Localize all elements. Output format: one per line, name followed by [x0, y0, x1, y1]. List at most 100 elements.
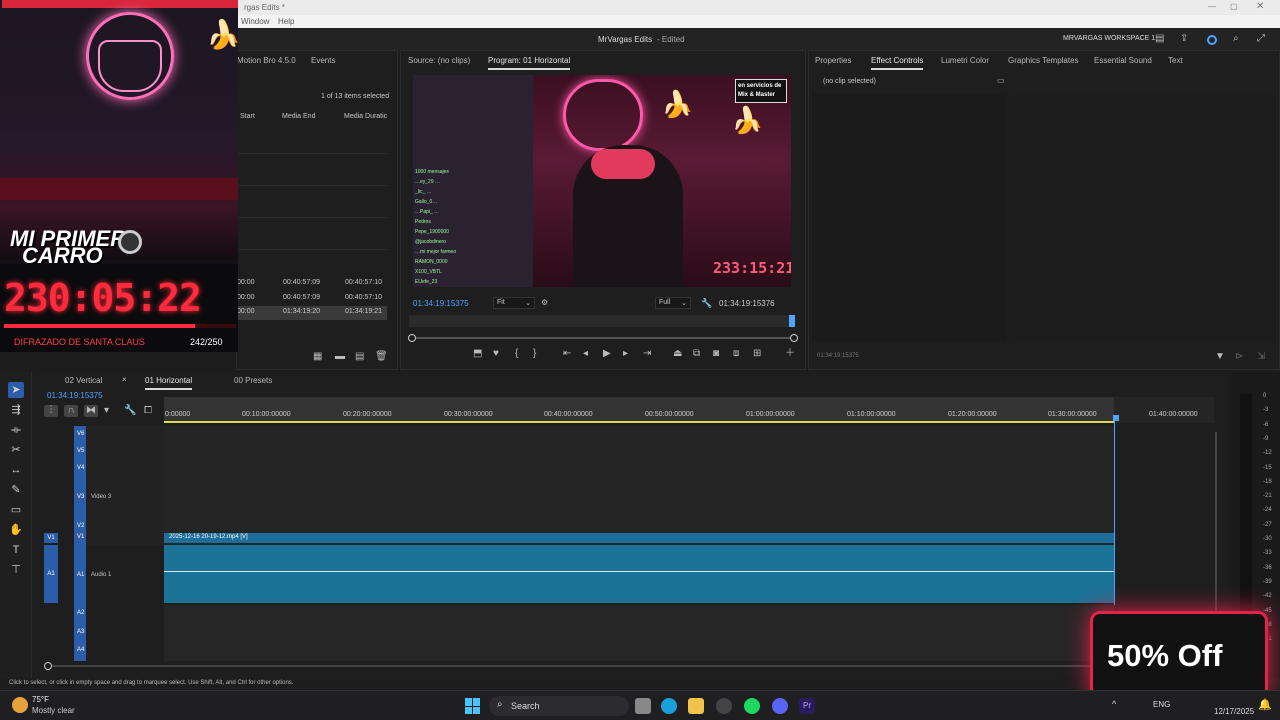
new-bin-icon[interactable]: ▬ [335, 351, 345, 363]
mark-in-icon[interactable]: { [515, 348, 518, 360]
tab-program[interactable]: Program: 01 Horizontal [488, 56, 571, 70]
spotify-icon[interactable] [744, 698, 760, 714]
table-row[interactable]: 00:00 00:40:57:09 00:40:57:10 [237, 277, 387, 291]
audio-clip[interactable] [164, 545, 1114, 603]
type-icon[interactable]: T [8, 542, 24, 558]
camera-icon[interactable]: ◙ [713, 348, 719, 360]
filter-icon[interactable]: ▼ [1215, 351, 1225, 363]
tab-motion-bro[interactable]: Motion Bro 4.5.0 [237, 56, 296, 65]
trash-icon[interactable]: 🗑 [375, 351, 388, 363]
search-icon[interactable]: ⌕ [1233, 33, 1239, 45]
tab-text[interactable]: Text [1168, 56, 1183, 65]
add-button-icon[interactable]: ＋ [785, 348, 795, 360]
menu-help[interactable]: Help [278, 17, 294, 26]
panel-toggle-icon[interactable]: ▭ [997, 75, 1005, 87]
marker-icon[interactable]: ⬒ [473, 348, 482, 360]
workspaces-icon[interactable]: ▤ [1155, 33, 1164, 45]
weather-icon[interactable] [12, 697, 28, 713]
tab-graphics-templates[interactable]: Graphics Templates [1008, 56, 1079, 65]
play-icon[interactable]: ▶ [603, 348, 611, 360]
lift-icon[interactable]: ⏏ [673, 348, 682, 360]
linked-selection-icon[interactable]: ⧓ [84, 405, 98, 417]
snap-icon[interactable]: ∩ [64, 405, 78, 417]
rectangle-icon[interactable]: ▭ [8, 502, 24, 518]
extract-icon[interactable]: ⧉ [693, 348, 700, 360]
obs-icon[interactable] [716, 698, 732, 714]
track-a2[interactable]: A2 [77, 610, 84, 616]
ripple-edit-icon[interactable]: ⟛ [8, 422, 24, 438]
timeline-scrollbar[interactable] [44, 662, 1107, 670]
vr-icon[interactable]: ⊞ [753, 348, 761, 360]
tray-chevron-icon[interactable]: ^ [1112, 699, 1116, 709]
hand-icon[interactable]: ✋ [8, 522, 24, 538]
task-view-icon[interactable] [635, 698, 651, 714]
go-to-in-icon[interactable]: ⇤ [563, 348, 571, 360]
step-back-icon[interactable]: ◂ [583, 348, 588, 360]
new-item-icon[interactable]: ▤ [355, 351, 364, 363]
compare-icon[interactable]: ⧈ [733, 348, 739, 360]
tab-lumetri-color[interactable]: Lumetri Color [941, 56, 989, 65]
col-start[interactable]: Start [240, 113, 255, 120]
track-v6[interactable]: V6 [77, 431, 84, 437]
language-indicator[interactable]: ENG [1153, 700, 1170, 709]
fullscreen-icon[interactable]: ⤢ [1257, 33, 1265, 45]
tab-01-horizontal[interactable]: 01 Horizontal [145, 376, 193, 390]
menu-window[interactable]: Window [241, 17, 269, 26]
go-to-out-icon[interactable]: ⇥ [643, 348, 651, 360]
table-row[interactable]: 00:00 00:40:57:09 00:40:57:10 [237, 292, 387, 306]
track-v5[interactable]: V5 [77, 448, 84, 454]
add-marker-icon[interactable]: ♥ [493, 348, 499, 360]
tab-effect-controls[interactable]: Effect Controls [871, 56, 924, 70]
razor-icon[interactable]: ✂ [8, 442, 24, 458]
discord-icon[interactable] [772, 698, 788, 714]
track-select-icon[interactable]: ⇶ [8, 402, 24, 418]
step-forward-icon[interactable]: ▸ [623, 348, 628, 360]
export-icon[interactable]: ⇲ [1257, 351, 1265, 363]
track-a4[interactable]: A4 [77, 647, 84, 653]
workspace-menu[interactable]: MRVARGAS WORKSPACE 1 [1063, 35, 1155, 42]
table-row[interactable]: 00:00 01:34:19:20 01:34:19:21 [237, 306, 387, 320]
wrench-icon[interactable]: 🔧 [701, 297, 712, 309]
selection-tool-icon[interactable]: ➤ [8, 382, 24, 398]
tab-source[interactable]: Source: (no clips) [408, 56, 470, 65]
file-explorer-icon[interactable] [688, 698, 704, 714]
time-ruler[interactable] [164, 397, 1114, 423]
maximize-button[interactable]: ▢ [1230, 2, 1238, 11]
mark-out-icon[interactable]: } [533, 348, 536, 360]
edge-icon[interactable] [661, 698, 677, 714]
zoom-scrollbar[interactable] [408, 334, 798, 342]
track-a3[interactable]: A3 [77, 629, 84, 635]
tab-00-presets[interactable]: 00 Presets [234, 376, 272, 385]
program-timecode[interactable]: 01:34:19:15375 [413, 299, 469, 308]
share-icon[interactable]: ⇪ [1180, 33, 1188, 45]
track-v1[interactable]: V1 [77, 534, 84, 540]
minimize-button[interactable]: — [1208, 2, 1216, 11]
premiere-icon[interactable]: Pr [799, 698, 815, 714]
start-icon[interactable] [465, 698, 481, 714]
video-clip[interactable]: 2025-12-16 20-19-12.mp4 [V] [164, 533, 1114, 543]
col-media-duration[interactable]: Media Duratic [344, 113, 387, 120]
close-button[interactable]: ✕ [1256, 1, 1264, 12]
track-v3[interactable]: V3 [77, 494, 84, 500]
notifications-icon[interactable]: 🔔 [1258, 698, 1272, 711]
slip-icon[interactable]: ↔ [8, 462, 24, 478]
settings-wrench-icon[interactable]: 🔧 [124, 405, 136, 417]
track-a1[interactable]: A1 [77, 572, 84, 578]
play-audio-icon[interactable]: ⊳ [1235, 351, 1243, 363]
tab-essential-sound[interactable]: Essential Sound [1094, 56, 1152, 65]
tab-02-vertical[interactable]: 02 Vertical [65, 376, 102, 385]
fit-dropdown[interactable]: Fit ⌄ [493, 297, 535, 309]
tab-events[interactable]: Events [311, 56, 335, 65]
quality-dropdown[interactable]: Full ⌄ [655, 297, 691, 309]
date-label[interactable]: 12/17/2025 [1214, 707, 1254, 716]
settings-icon[interactable]: ⚙ [541, 297, 548, 309]
v1-source-patch[interactable]: V1 [44, 533, 58, 543]
search-box[interactable]: ⌕ Search [489, 696, 629, 716]
captions-icon[interactable]: ⧠ [144, 405, 152, 417]
freeform-view-icon[interactable]: ▦ [313, 351, 322, 363]
track-v2[interactable]: V2 [77, 523, 84, 529]
tab-properties[interactable]: Properties [815, 56, 851, 65]
pen-icon[interactable]: ✎ [8, 482, 24, 498]
col-media-end[interactable]: Media End [282, 113, 315, 120]
close-tab-icon[interactable]: × [122, 375, 127, 384]
